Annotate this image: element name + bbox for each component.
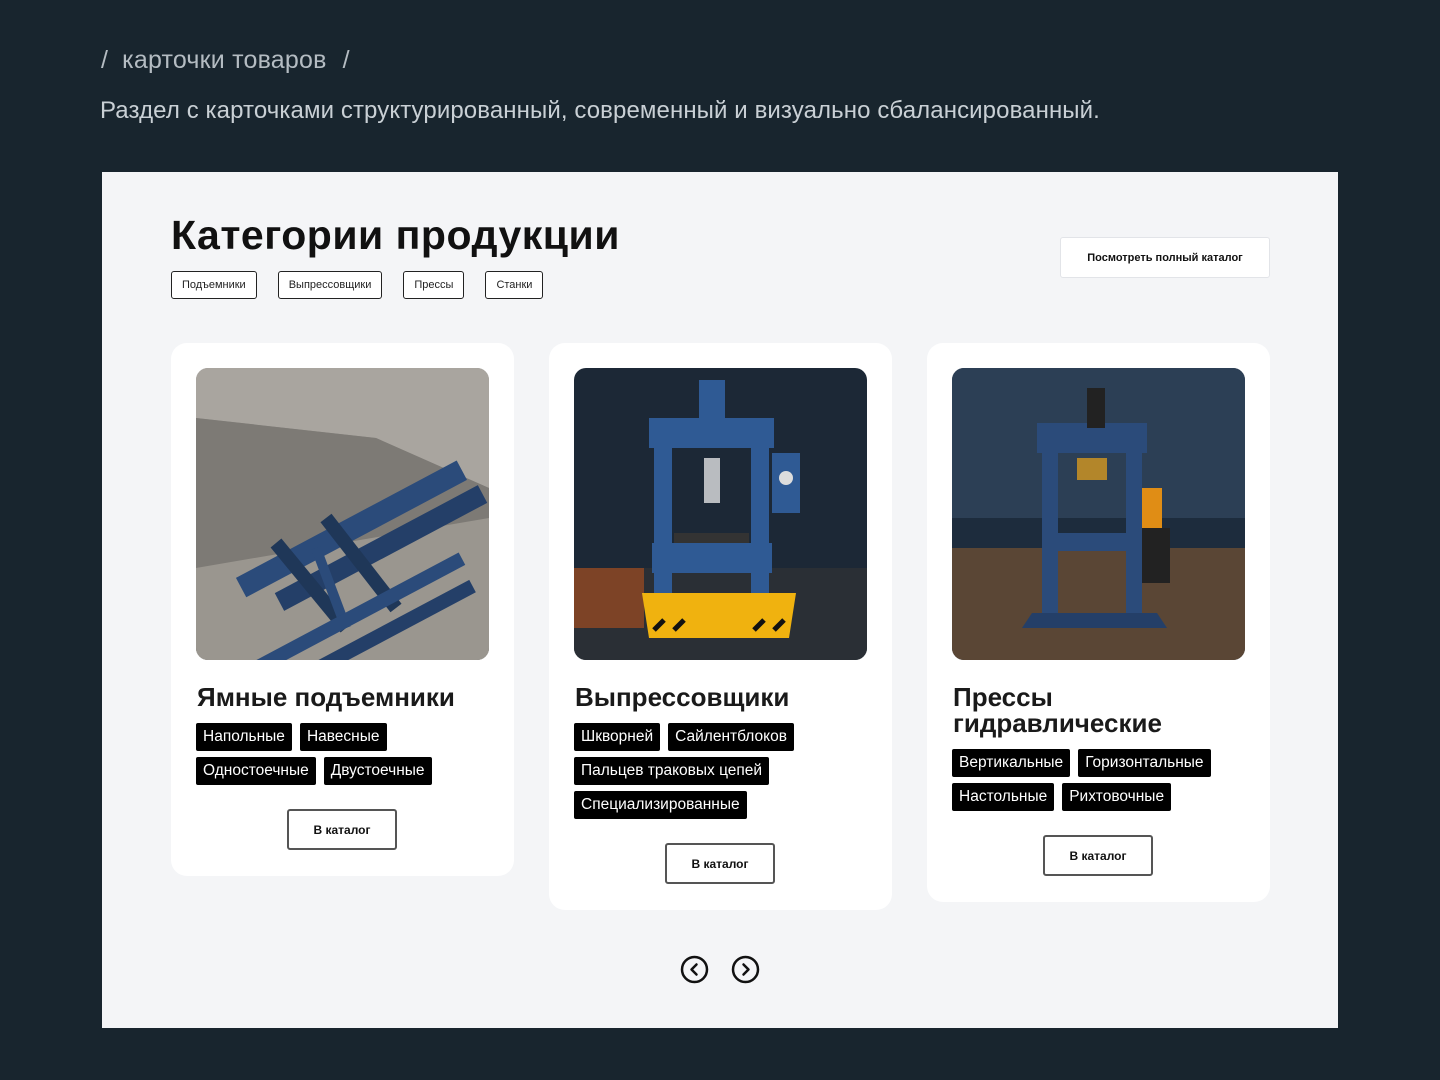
- filter-pressers[interactable]: Выпрессовщики: [277, 271, 383, 299]
- tag[interactable]: Шкворней: [574, 723, 661, 751]
- breadcrumb: / карточки товаров /: [101, 46, 350, 75]
- tag[interactable]: Одностоечные: [196, 757, 316, 785]
- tag[interactable]: Напольные: [196, 723, 292, 751]
- to-catalog-button[interactable]: В каталог: [1043, 835, 1153, 876]
- tag[interactable]: Настольные: [952, 783, 1055, 811]
- full-catalog-button[interactable]: Посмотреть полный каталог: [1060, 237, 1270, 278]
- catalog-panel: Категории продукции Подъемники Выпрессов…: [102, 172, 1338, 1028]
- card-tags: Напольные Навесные Одностоечные Двустоеч…: [196, 723, 496, 785]
- product-card-lifts: Ямные подъемники Напольные Навесные Одно…: [171, 343, 514, 876]
- product-card-pressers: Выпрессовщики Шкворней Сайлентблоков Пал…: [549, 343, 892, 910]
- tag[interactable]: Горизонтальные: [1078, 749, 1211, 777]
- breadcrumb-label: карточки товаров: [122, 46, 327, 74]
- hydraulic-press-image: [952, 368, 1245, 660]
- tag[interactable]: Пальцев траковых цепей: [574, 757, 770, 785]
- product-card-presses: Прессы гидравлические Вертикальные Гориз…: [927, 343, 1270, 902]
- breadcrumb-separator: /: [101, 46, 109, 74]
- chevron-right-icon[interactable]: [731, 955, 760, 984]
- press-machine-image: [574, 368, 867, 660]
- card-tags: Вертикальные Горизонтальные Настольные Р…: [952, 749, 1252, 811]
- card-title: Ямные подъемники: [197, 682, 455, 712]
- to-catalog-button[interactable]: В каталог: [665, 843, 775, 884]
- filter-machines[interactable]: Станки: [485, 271, 544, 299]
- tag[interactable]: Специализированные: [574, 791, 747, 819]
- to-catalog-button[interactable]: В каталог: [287, 809, 397, 850]
- category-filters: Подъемники Выпрессовщики Прессы Станки: [171, 271, 564, 299]
- chevron-left-icon[interactable]: [680, 955, 709, 984]
- press-machine-icon: [574, 368, 867, 660]
- tag[interactable]: Рихтовочные: [1062, 783, 1172, 811]
- pagination: [680, 955, 760, 984]
- tag[interactable]: Двустоечные: [323, 757, 432, 785]
- card-tags: Шкворней Сайлентблоков Пальцев траковых …: [574, 723, 874, 819]
- filter-lifts[interactable]: Подъемники: [171, 271, 257, 299]
- tag[interactable]: Навесные: [299, 723, 387, 751]
- hydraulic-press-icon: [952, 368, 1245, 660]
- section-title: Категории продукции: [171, 212, 620, 258]
- tag[interactable]: Сайлентблоков: [668, 723, 794, 751]
- card-title: Прессы гидравлические: [953, 682, 1162, 738]
- filter-presses[interactable]: Прессы: [403, 271, 465, 299]
- scissor-lift-icon: [196, 368, 489, 660]
- card-title: Выпрессовщики: [575, 682, 790, 712]
- tag[interactable]: Вертикальные: [952, 749, 1071, 777]
- scissor-lift-image: [196, 368, 489, 660]
- page-subtitle: Раздел с карточками структурированный, с…: [100, 97, 1100, 124]
- breadcrumb-separator: /: [342, 46, 350, 74]
